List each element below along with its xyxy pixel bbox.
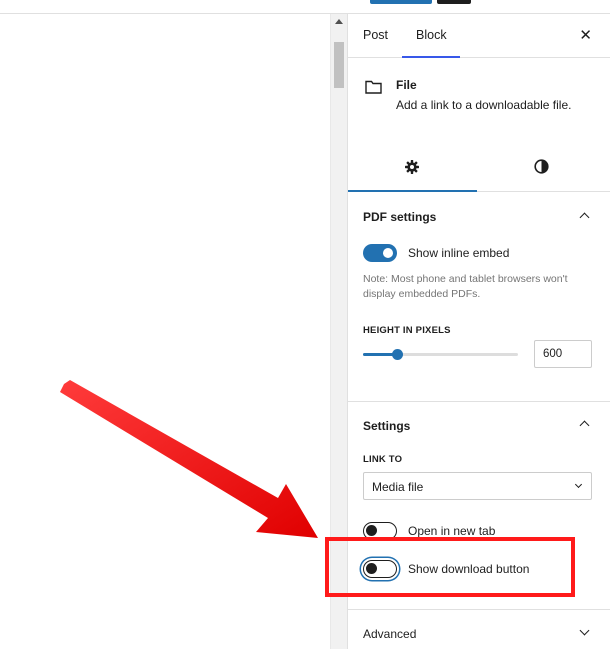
publish-button-edge[interactable]: [370, 0, 432, 4]
link-to-value: Media file: [372, 480, 424, 494]
link-to-label: LINK TO: [363, 454, 403, 465]
chevron-up-icon[interactable]: [579, 212, 590, 223]
editor-canvas[interactable]: [0, 14, 330, 649]
styles-half-circle-icon[interactable]: [534, 159, 549, 174]
annotation-arrow-icon: [60, 380, 318, 538]
annotation-highlight-box: [325, 537, 575, 597]
height-label: HEIGHT IN PIXELS: [363, 325, 451, 336]
height-slider-thumb[interactable]: [392, 349, 403, 360]
advanced-panel: Advanced: [348, 610, 610, 649]
inline-embed-label: Show inline embed: [408, 246, 510, 260]
block-description: Add a link to a downloadable file.: [396, 98, 572, 112]
folder-icon: [365, 80, 382, 94]
block-title: File: [396, 78, 417, 92]
block-card: File Add a link to a downloadable file.: [348, 58, 610, 144]
chevron-down-icon: [574, 480, 583, 489]
settings-title[interactable]: Settings: [363, 419, 410, 433]
inspector-subtabs: [348, 144, 610, 192]
height-slider[interactable]: [363, 349, 518, 360]
sidebar-tabs: Post Block ✕: [348, 14, 610, 58]
pdf-settings-title[interactable]: PDF settings: [363, 210, 436, 224]
pdf-settings-panel: PDF settings Show inline embed Note: Mos…: [348, 192, 610, 402]
inline-embed-note: Note: Most phone and tablet browsers won…: [363, 273, 568, 300]
close-icon[interactable]: ✕: [579, 26, 592, 44]
height-input[interactable]: 600: [534, 340, 592, 368]
gear-icon[interactable]: [404, 159, 420, 175]
advanced-title[interactable]: Advanced: [363, 627, 416, 641]
toggle-knob: [366, 525, 377, 536]
scroll-up-arrow-icon[interactable]: [335, 19, 343, 24]
link-to-select[interactable]: Media file: [363, 472, 592, 500]
editor-top-bar: [0, 0, 610, 14]
scrollbar-thumb[interactable]: [334, 42, 344, 88]
settings-button-edge[interactable]: [437, 0, 471, 4]
chevron-up-icon[interactable]: [579, 420, 590, 431]
chevron-down-icon[interactable]: [579, 625, 590, 636]
tab-block[interactable]: Block: [416, 28, 447, 42]
tab-post[interactable]: Post: [363, 28, 388, 42]
toggle-knob: [383, 248, 393, 258]
inline-embed-toggle[interactable]: [363, 244, 397, 262]
open-new-tab-label: Open in new tab: [408, 524, 496, 538]
